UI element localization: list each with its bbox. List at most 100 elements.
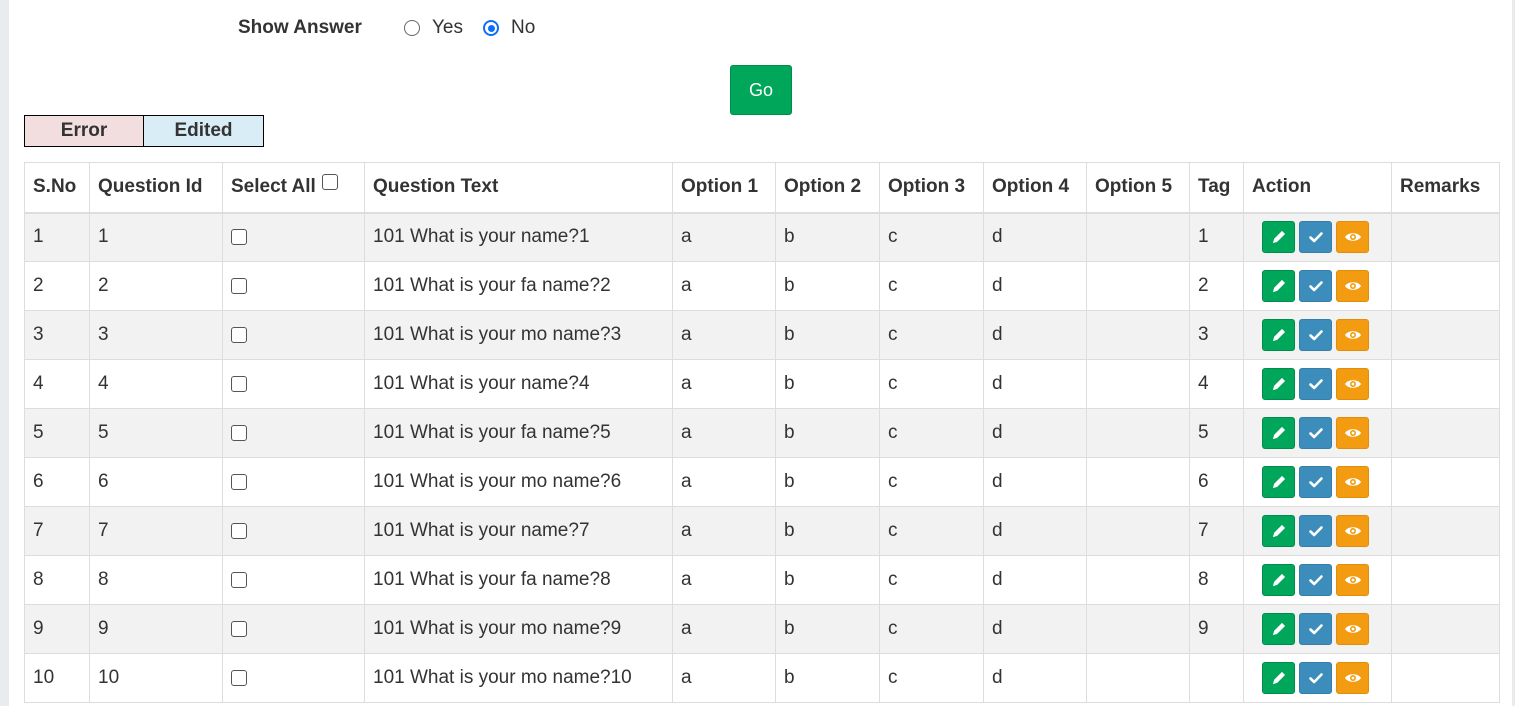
row-checkbox[interactable] — [231, 375, 247, 392]
cell-question-text: 101 What is your mo name?10 — [364, 653, 673, 703]
view-button[interactable] — [1336, 613, 1369, 645]
view-button[interactable] — [1336, 515, 1369, 547]
edit-button[interactable] — [1262, 662, 1295, 694]
approve-button[interactable] — [1299, 466, 1332, 498]
cell-question-id: 5 — [89, 408, 223, 458]
eye-icon — [1344, 429, 1361, 437]
row-checkbox[interactable] — [231, 669, 247, 686]
cell-option-2: b — [775, 604, 880, 654]
cell-option-2: b — [775, 555, 880, 605]
col-action: Action — [1243, 162, 1392, 214]
row-checkbox[interactable] — [231, 571, 247, 588]
row-checkbox[interactable] — [231, 326, 247, 343]
cell-tag: 2 — [1189, 261, 1244, 311]
cell-select — [222, 212, 365, 262]
edit-button[interactable] — [1262, 515, 1295, 547]
table-row: 4 4 101 What is your name?4 a b c d 4 — [24, 359, 1500, 409]
cell-sno: 10 — [24, 653, 90, 703]
view-button[interactable] — [1336, 564, 1369, 596]
select-all-checkbox[interactable] — [321, 174, 338, 191]
cell-question-id: 8 — [89, 555, 223, 605]
cell-option-3: c — [879, 653, 984, 703]
edit-button[interactable] — [1262, 417, 1295, 449]
cell-remarks — [1391, 310, 1500, 360]
cell-tag — [1189, 653, 1244, 703]
cell-option-5 — [1086, 506, 1190, 556]
go-button[interactable]: Go — [730, 65, 792, 115]
view-button[interactable] — [1336, 662, 1369, 694]
cell-option-5 — [1086, 212, 1190, 262]
cell-tag: 1 — [1189, 212, 1244, 262]
cell-option-1: a — [672, 261, 776, 311]
radio-yes-label[interactable]: Yes — [432, 17, 463, 39]
edit-button[interactable] — [1262, 270, 1295, 302]
eye-icon — [1344, 674, 1361, 682]
cell-question-id: 3 — [89, 310, 223, 360]
radio-no-label[interactable]: No — [511, 17, 535, 39]
cell-select — [222, 457, 365, 507]
table-row: 3 3 101 What is your mo name?3 a b c d 3 — [24, 310, 1500, 360]
view-button[interactable] — [1336, 466, 1369, 498]
radio-yes[interactable] — [404, 20, 420, 36]
cell-sno: 6 — [24, 457, 90, 507]
edit-button[interactable] — [1262, 221, 1295, 254]
edit-button[interactable] — [1262, 613, 1295, 645]
approve-button[interactable] — [1299, 270, 1332, 302]
edit-button[interactable] — [1262, 368, 1295, 400]
cell-option-5 — [1086, 408, 1190, 458]
cell-remarks — [1391, 359, 1500, 409]
cell-option-4: d — [983, 408, 1087, 458]
radio-no[interactable] — [483, 20, 499, 36]
edit-button[interactable] — [1262, 564, 1295, 596]
row-checkbox[interactable] — [231, 229, 247, 246]
view-button[interactable] — [1336, 417, 1369, 449]
view-button[interactable] — [1336, 270, 1369, 302]
row-checkbox[interactable] — [231, 473, 247, 490]
cell-option-4: d — [983, 261, 1087, 311]
table-row: 8 8 101 What is your fa name?8 a b c d 8 — [24, 555, 1500, 605]
approve-button[interactable] — [1299, 417, 1332, 449]
edit-button[interactable] — [1262, 319, 1295, 351]
row-checkbox[interactable] — [231, 277, 247, 294]
approve-button[interactable] — [1299, 319, 1332, 351]
eye-icon — [1344, 478, 1361, 486]
cell-option-4: d — [983, 457, 1087, 507]
eye-icon — [1344, 331, 1361, 339]
cell-option-2: b — [775, 653, 880, 703]
row-checkbox[interactable] — [231, 424, 247, 441]
approve-button[interactable] — [1299, 662, 1332, 694]
cell-option-5 — [1086, 604, 1190, 654]
cell-action — [1243, 359, 1392, 409]
cell-option-1: a — [672, 653, 776, 703]
approve-button[interactable] — [1299, 368, 1332, 400]
check-icon — [1308, 624, 1323, 635]
cell-option-1: a — [672, 310, 776, 360]
edit-button[interactable] — [1262, 466, 1295, 498]
cell-option-4: d — [983, 604, 1087, 654]
cell-option-2: b — [775, 261, 880, 311]
pencil-icon — [1272, 622, 1285, 636]
view-button[interactable] — [1336, 319, 1369, 351]
row-checkbox[interactable] — [231, 522, 247, 539]
cell-option-3: c — [879, 506, 984, 556]
cell-option-2: b — [775, 359, 880, 409]
approve-button[interactable] — [1299, 515, 1332, 547]
view-button[interactable] — [1336, 221, 1369, 254]
cell-option-1: a — [672, 506, 776, 556]
cell-sno: 8 — [24, 555, 90, 605]
pencil-icon — [1272, 377, 1285, 391]
cell-option-5 — [1086, 653, 1190, 703]
approve-button[interactable] — [1299, 221, 1332, 254]
pencil-icon — [1272, 671, 1285, 685]
cell-action — [1243, 653, 1392, 703]
approve-button[interactable] — [1299, 613, 1332, 645]
cell-option-1: a — [672, 457, 776, 507]
cell-action — [1243, 408, 1392, 458]
cell-remarks — [1391, 506, 1500, 556]
cell-option-3: c — [879, 604, 984, 654]
row-checkbox[interactable] — [231, 620, 247, 637]
cell-action — [1243, 457, 1392, 507]
view-button[interactable] — [1336, 368, 1369, 400]
approve-button[interactable] — [1299, 564, 1332, 596]
cell-option-3: c — [879, 408, 984, 458]
